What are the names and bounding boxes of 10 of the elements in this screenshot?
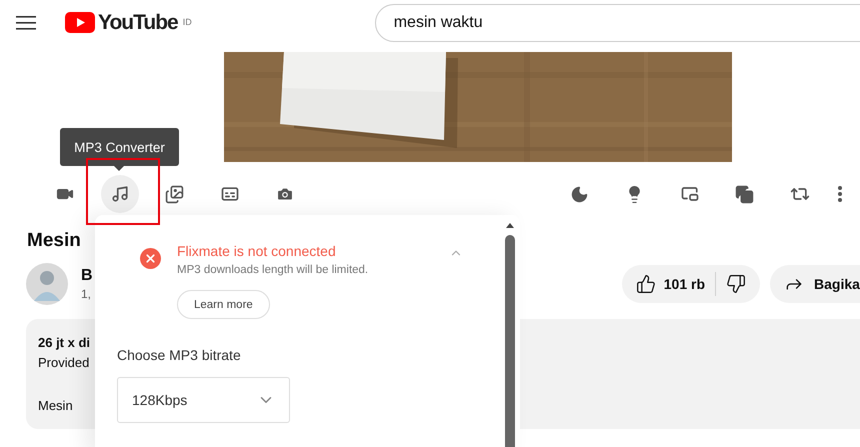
- alert-title: Flixmate is not connected: [177, 242, 337, 260]
- subscriber-count: 1,: [81, 287, 92, 301]
- description-text: Provided: [38, 354, 90, 372]
- description-text: Mesin: [38, 397, 73, 415]
- video-title: Mesin: [27, 229, 81, 253]
- bitrate-label: Choose MP3 bitrate: [117, 347, 242, 363]
- share-label: Bagika: [814, 276, 860, 292]
- alert-message: MP3 downloads length will be limited.: [177, 264, 368, 276]
- country-code: ID: [182, 16, 192, 26]
- view-count: 26 jt x di: [38, 334, 90, 352]
